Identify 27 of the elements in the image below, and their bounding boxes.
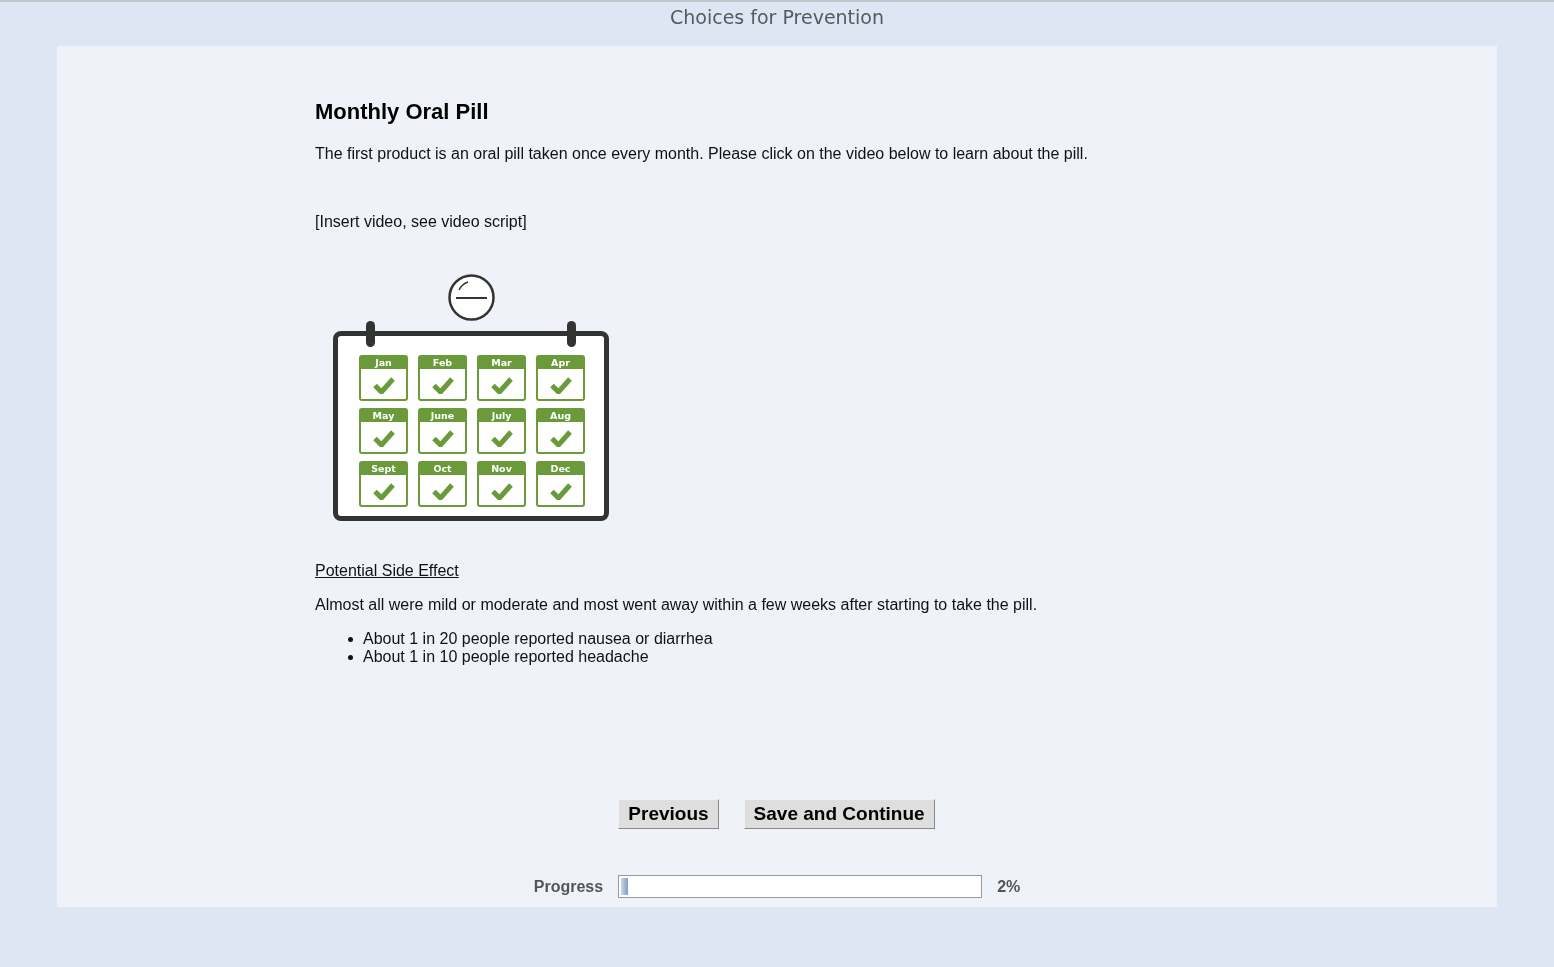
month-label: Apr bbox=[551, 357, 570, 369]
progress-label: Progress bbox=[533, 876, 604, 897]
section-heading: Monthly Oral Pill bbox=[315, 99, 489, 125]
save-continue-button[interactable]: Save and Continue bbox=[743, 799, 935, 829]
month-label: Dec bbox=[550, 463, 571, 475]
previous-button[interactable]: Previous bbox=[618, 799, 719, 829]
month-label: Jan bbox=[375, 357, 392, 369]
month-label: Sept bbox=[371, 463, 396, 475]
month-label: Mar bbox=[491, 357, 512, 369]
month-label: June bbox=[430, 410, 455, 422]
intro-text: The first product is an oral pill taken once every month. Please click on the video below to learn about the pill. bbox=[315, 144, 1088, 164]
month-label: Nov bbox=[491, 463, 512, 475]
month-label: Aug bbox=[550, 410, 571, 422]
bullet-text: About 1 in 10 people reported headache bbox=[363, 648, 649, 666]
video-note: [Insert video, see video script] bbox=[315, 212, 527, 232]
bullet-icon bbox=[348, 636, 353, 642]
pill-icon bbox=[447, 274, 495, 321]
month-label: May bbox=[372, 410, 395, 422]
bullet-icon bbox=[348, 654, 353, 660]
bullet-text: About 1 in 20 people reported nausea or diarrhea bbox=[363, 630, 713, 648]
month-label: Oct bbox=[433, 463, 452, 475]
side-effect-heading: Potential Side Effect bbox=[315, 561, 459, 581]
progress-percent: 2% bbox=[997, 876, 1021, 897]
month-label: July bbox=[491, 410, 512, 422]
page-title: Choices for Prevention bbox=[670, 5, 884, 30]
side-effect-summary: Almost all were mild or moderate and most went away within a few weeks after starting to take the pill. bbox=[315, 595, 1038, 615]
month-label: Feb bbox=[432, 357, 453, 369]
